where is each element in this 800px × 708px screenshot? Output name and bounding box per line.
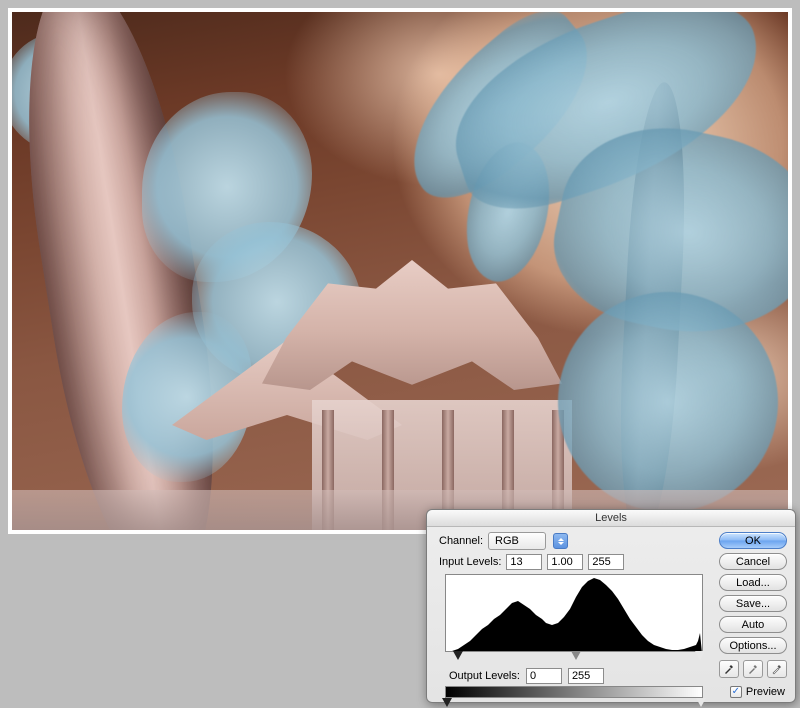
input-gamma-slider[interactable] <box>571 651 581 660</box>
eyedropper-group <box>719 660 787 678</box>
output-gradient[interactable] <box>445 686 703 698</box>
channel-value: RGB <box>495 535 519 547</box>
output-black-field[interactable] <box>526 668 562 684</box>
black-point-eyedropper[interactable] <box>719 660 739 678</box>
channel-select-stepper[interactable] <box>553 533 568 549</box>
image-canvas <box>12 12 788 530</box>
eyedropper-icon <box>771 663 783 675</box>
output-black-slider[interactable] <box>442 698 452 707</box>
white-point-eyedropper[interactable] <box>767 660 787 678</box>
dialog-button-column: OK Cancel Load... Save... Auto Options..… <box>715 510 795 702</box>
save-button[interactable]: Save... <box>719 595 787 612</box>
channel-label: Channel: <box>439 535 483 547</box>
channel-select[interactable]: RGB <box>488 532 546 550</box>
preview-checkbox[interactable]: ✓ <box>730 686 742 698</box>
chevron-down-icon <box>558 542 564 545</box>
options-button[interactable]: Options... <box>719 637 787 654</box>
output-white-slider[interactable] <box>696 698 706 707</box>
input-white-field[interactable] <box>588 554 624 570</box>
cancel-button[interactable]: Cancel <box>719 553 787 570</box>
input-slider-track[interactable] <box>445 652 703 662</box>
input-white-slider[interactable] <box>695 651 705 660</box>
histogram <box>445 574 703 652</box>
input-black-field[interactable] <box>506 554 542 570</box>
output-white-field[interactable] <box>568 668 604 684</box>
image-canvas-frame <box>8 8 792 534</box>
input-black-slider[interactable] <box>453 651 463 660</box>
load-button[interactable]: Load... <box>719 574 787 591</box>
chevron-up-icon <box>558 538 564 541</box>
preview-label: Preview <box>746 686 785 698</box>
gray-point-eyedropper[interactable] <box>743 660 763 678</box>
eyedropper-icon <box>747 663 759 675</box>
levels-dialog: Levels Channel: RGB Input Levels: <box>426 509 796 703</box>
dialog-main-area: Channel: RGB Input Levels: <box>427 510 715 702</box>
input-gamma-field[interactable] <box>547 554 583 570</box>
output-levels-label: Output Levels: <box>449 670 520 682</box>
auto-button[interactable]: Auto <box>719 616 787 633</box>
ok-button[interactable]: OK <box>719 532 787 549</box>
photo-temple <box>222 250 612 530</box>
eyedropper-icon <box>723 663 735 675</box>
input-levels-label: Input Levels: <box>439 556 501 568</box>
